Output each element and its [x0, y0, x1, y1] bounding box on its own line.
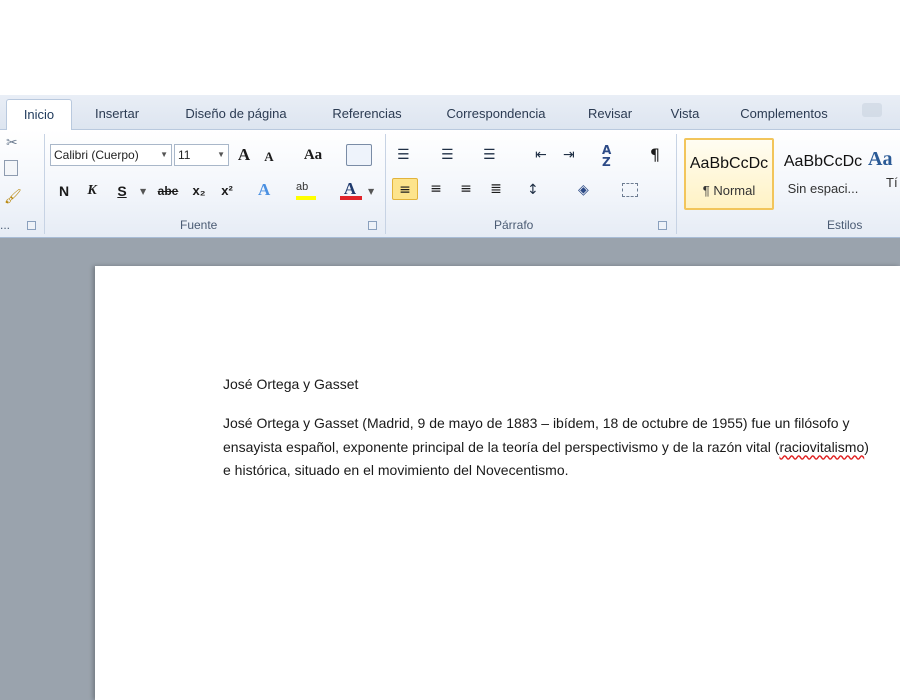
strikethrough-button[interactable]: abe: [154, 180, 182, 202]
shrink-font-button[interactable]: A: [259, 146, 279, 168]
font-name-combo[interactable]: Calibri (Cuerpo) ▼: [50, 144, 172, 166]
italic-button[interactable]: K: [82, 180, 102, 202]
style-normal[interactable]: AaBbCcDc ¶ Normal: [684, 138, 774, 210]
increase-indent-icon[interactable]: ⇥: [563, 146, 575, 164]
tab-revisar[interactable]: Revisar: [578, 99, 642, 130]
style-name: ¶ Normal: [702, 183, 756, 198]
font-color-bar: [340, 196, 362, 200]
misspelled-word[interactable]: raciovitalismo: [779, 439, 864, 455]
justify-icon: ≣: [490, 181, 502, 197]
sort-icon[interactable]: AZ: [602, 144, 611, 168]
style-sample: Aa: [868, 148, 893, 170]
group-label-paragraph: Párrafo: [494, 218, 534, 232]
paragraph-text: José Ortega y Gasset (Madrid, 9 de mayo …: [223, 415, 850, 455]
subscript-button[interactable]: x₂: [188, 180, 210, 202]
tab-complementos[interactable]: Complementos: [728, 99, 840, 130]
copy-icon[interactable]: [4, 160, 18, 176]
chevron-down-icon: ▼: [160, 150, 168, 159]
chevron-down-icon[interactable]: ▼: [368, 183, 374, 201]
document-heading[interactable]: José Ortega y Gasset: [223, 376, 358, 392]
style-name: Sin espaci...: [787, 181, 859, 196]
style-sample: AaBbCcDc: [783, 153, 863, 170]
word-window: { "tabs": [ {"label": "Inicio"}, {"label…: [0, 0, 900, 700]
decrease-indent-icon[interactable]: ⇤: [535, 146, 547, 164]
group-separator: [44, 134, 45, 234]
change-case-button[interactable]: Aa: [298, 144, 328, 166]
grow-font-button[interactable]: A: [233, 144, 255, 166]
style-sin-espaciado[interactable]: AaBbCcDc Sin espaci...: [778, 138, 868, 210]
tab-correspondencia[interactable]: Correspondencia: [432, 99, 560, 130]
multilevel-list-icon[interactable]: ☰: [483, 146, 496, 164]
line-spacing-icon[interactable]: ↕: [527, 181, 539, 199]
group-label-clipboard: ...: [0, 218, 11, 232]
group-label-font: Fuente: [180, 218, 218, 232]
font-name-value: Calibri (Cuerpo): [54, 148, 139, 162]
font-launcher-icon[interactable]: [368, 221, 377, 230]
tab-insertar[interactable]: Insertar: [84, 99, 150, 130]
superscript-button[interactable]: x²: [216, 180, 238, 202]
tab-inicio[interactable]: Inicio: [6, 99, 72, 131]
align-left-icon: ≡: [399, 182, 411, 198]
bullets-icon[interactable]: ☰: [397, 146, 410, 164]
document-workspace: José Ortega y Gasset José Ortega y Gasse…: [0, 238, 900, 700]
tab-referencias[interactable]: Referencias: [320, 99, 414, 130]
ribbon-tabs: Inicio Insertar Diseño de página Referen…: [0, 95, 900, 131]
chevron-down-icon: ▼: [217, 150, 225, 159]
style-sample: AaBbCcDc: [689, 155, 769, 172]
group-separator: [676, 134, 677, 234]
ribbon: ✂ 🖌 ... Calibri (Cuerpo) ▼ 11 ▼ A A Aa N…: [0, 130, 900, 238]
justify-button[interactable]: ≣: [484, 178, 508, 200]
cut-icon[interactable]: ✂: [6, 134, 18, 152]
group-label-styles: Estilos: [827, 218, 863, 232]
font-size-combo[interactable]: 11 ▼: [174, 144, 229, 166]
borders-icon[interactable]: [622, 183, 638, 197]
show-formatting-button[interactable]: ¶: [645, 144, 665, 166]
tab-diseno-pagina[interactable]: Diseño de página: [170, 99, 302, 130]
document-page[interactable]: José Ortega y Gasset José Ortega y Gasse…: [95, 266, 900, 700]
ribbon-minimize-icon[interactable]: [862, 103, 882, 117]
align-center-icon: ≡: [430, 181, 442, 197]
numbering-icon[interactable]: ☰: [441, 146, 454, 164]
clear-formatting-icon[interactable]: [346, 144, 372, 166]
paragraph-launcher-icon[interactable]: [658, 221, 667, 230]
tab-vista[interactable]: Vista: [660, 99, 710, 130]
align-right-icon: ≡: [460, 181, 472, 197]
clipboard-launcher-icon[interactable]: [27, 221, 36, 230]
align-center-button[interactable]: ≡: [424, 178, 448, 200]
underline-button[interactable]: S: [112, 180, 132, 202]
style-name: Tí: [886, 175, 898, 190]
highlight-icon[interactable]: ab: [296, 181, 316, 195]
group-separator: [385, 134, 386, 234]
text-effects-icon[interactable]: A: [258, 181, 270, 199]
format-painter-icon[interactable]: 🖌: [4, 188, 22, 206]
align-left-button[interactable]: ≡: [392, 178, 418, 200]
highlight-color-bar: [296, 196, 316, 200]
chevron-down-icon[interactable]: ▼: [140, 183, 146, 201]
document-paragraph[interactable]: José Ortega y Gasset (Madrid, 9 de mayo …: [223, 412, 873, 483]
style-titulo[interactable]: Aa Tí: [868, 138, 900, 210]
align-right-button[interactable]: ≡: [454, 178, 478, 200]
bold-button[interactable]: N: [54, 180, 74, 202]
font-size-value: 11: [178, 148, 191, 162]
shading-icon[interactable]: ◈: [578, 181, 589, 199]
